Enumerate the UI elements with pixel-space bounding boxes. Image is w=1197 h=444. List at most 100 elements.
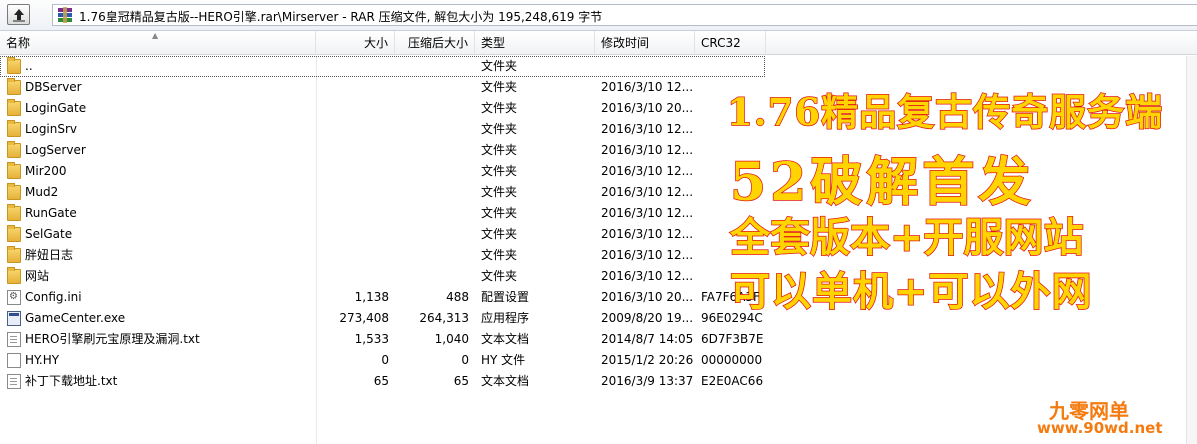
file-packed-size: 1,040 (434, 332, 469, 346)
file-packed-size (395, 161, 469, 182)
folder-icon (7, 162, 21, 179)
file-packed-size (395, 56, 469, 77)
file-row[interactable]: LoginSrv 文件夹 2016/3/10 12... (0, 119, 765, 140)
file-packed-size (395, 182, 469, 203)
folder-icon (7, 120, 21, 137)
promo-line-1: 1.76精品复古传奇服务端 (726, 89, 1164, 135)
folder-icon (7, 78, 21, 95)
file-row[interactable]: GameCenter.exe 273,408 264,313 应用程序 2009/8/2… (0, 308, 765, 329)
file-row[interactable]: RunGate 文件夹 2016/3/10 12... (0, 203, 765, 224)
scrollbar-edge[interactable] (1186, 56, 1197, 444)
file-packed-size (395, 266, 469, 287)
file-packed-size: 65 (453, 374, 469, 388)
file-row[interactable]: 胖妞日志 文件夹 2016/3/10 12... (0, 245, 765, 266)
file-row[interactable]: .. 文件夹 (0, 56, 765, 77)
file-size: 65 (373, 374, 389, 388)
folder-icon (7, 204, 21, 221)
file-name-cell: GameCenter.exe (7, 308, 312, 329)
file-type: 文件夹 (481, 101, 518, 115)
file-row[interactable]: Mir200 文件夹 2016/3/10 12... (0, 161, 765, 182)
file-row[interactable]: HERO引擎刷元宝原理及漏洞.txt 1,533 1,040 文本文档 2014/8/7… (0, 329, 765, 350)
file-row[interactable]: Mud2 文件夹 2016/3/10 12... (0, 182, 765, 203)
file-packed-size (395, 140, 469, 161)
file-row[interactable]: LoginGate 文件夹 2016/3/10 20... (0, 98, 765, 119)
exe-file-icon (7, 311, 21, 326)
file-modified: 2016/3/10 12... (601, 80, 693, 94)
column-header-crc32[interactable]: CRC32 (695, 31, 766, 55)
column-header-packed-size[interactable]: 压缩后大小 (395, 31, 475, 55)
file-type: 文件夹 (481, 59, 518, 73)
folder-icon (7, 246, 21, 263)
file-modified: 2016/3/10 12... (601, 206, 693, 220)
column-header-size[interactable]: 大小 (316, 31, 395, 55)
file-row[interactable]: DBServer 文件夹 2016/3/10 12... (0, 77, 765, 98)
file-type: 文件夹 (481, 269, 518, 283)
file-type: 文件夹 (481, 227, 518, 241)
file-name-cell: Config.ini (7, 287, 312, 308)
up-one-level-button[interactable] (7, 4, 30, 25)
file-name: 胖妞日志 (25, 248, 74, 262)
file-name-cell: Mir200 (7, 161, 312, 182)
file-modified (601, 56, 693, 77)
file-name-cell: 网站 (7, 266, 312, 287)
file-name-cell: .. (7, 56, 312, 77)
column-header-modified[interactable]: 修改时间 (595, 31, 695, 55)
file-name-cell: 补丁下载地址.txt (7, 371, 312, 392)
column-header-type[interactable]: 类型 (475, 31, 595, 55)
sort-ascending-icon: ▲ (152, 31, 159, 40)
file-packed-size (395, 77, 469, 98)
file-type: 文本文档 (481, 374, 530, 388)
up-arrow-icon (13, 9, 25, 22)
text-file-icon (7, 374, 21, 389)
file-name-cell: SelGate (7, 224, 312, 245)
column-header-name[interactable]: 名称 ▲ (0, 31, 316, 55)
file-packed-size (395, 203, 469, 224)
file-modified: 2016/3/10 12... (601, 164, 693, 178)
file-modified: 2009/8/20 19... (601, 311, 693, 325)
file-size (316, 161, 389, 182)
file-name: 网站 (25, 269, 50, 283)
file-row[interactable]: 网站 文件夹 2016/3/10 12... (0, 266, 765, 287)
file-packed-size: 488 (446, 290, 469, 304)
file-size (316, 245, 389, 266)
file-size (316, 77, 389, 98)
promo-line-4: 可以单机+可以外网 (729, 267, 1093, 316)
file-modified: 2016/3/10 12... (601, 248, 693, 262)
file-size: 273,408 (339, 311, 389, 325)
file-modified: 2016/3/10 20... (601, 101, 693, 115)
file-modified: 2016/3/10 12... (601, 269, 693, 283)
file-modified: 2016/3/10 12... (601, 122, 693, 136)
file-name: .. (25, 59, 33, 73)
file-crc32 (701, 56, 765, 77)
file-size (316, 266, 389, 287)
promo-line-2: 52破解首发 (729, 151, 1035, 214)
file-name: Mir200 (25, 164, 67, 178)
rar-archive-icon (58, 7, 72, 23)
file-type: 文件夹 (481, 122, 518, 136)
file-name: 补丁下载地址.txt (25, 374, 118, 388)
file-row[interactable]: HY.HY 0 0 HY 文件 2015/1/2 20:26 00000000 (0, 350, 765, 371)
file-type: 文件夹 (481, 185, 518, 199)
folder-icon (7, 141, 21, 158)
file-row[interactable]: Config.ini1,138488配置设置2016/3/10 20...FA7… (0, 287, 765, 308)
path-field[interactable]: 1.76皇冠精品复古版--HERO引擎.rar\Mirserver - RAR … (52, 4, 1197, 26)
config-file-icon (7, 290, 21, 305)
file-name: SelGate (25, 227, 73, 241)
file-modified: 2016/3/10 12... (601, 143, 693, 157)
file-type: 应用程序 (481, 311, 530, 325)
file-row[interactable]: SelGate 文件夹 2016/3/10 12... (0, 224, 765, 245)
file-modified: 2016/3/9 13:37 (601, 374, 693, 388)
file-name-cell: HY.HY (7, 350, 312, 371)
file-name-cell: LogServer (7, 140, 312, 161)
folder-icon (7, 57, 21, 74)
folder-icon (7, 225, 21, 242)
generic-file-icon (7, 353, 21, 368)
file-packed-size: 264,313 (419, 311, 469, 325)
file-size: 0 (381, 353, 389, 367)
file-row[interactable]: 补丁下载地址.txt 65 65 文本文档 2016/3/9 13:37 E2E0AC66 (0, 371, 765, 392)
file-packed-size (395, 119, 469, 140)
file-name-cell: HERO引擎刷元宝原理及漏洞.txt (7, 329, 312, 350)
file-row[interactable]: LogServer 文件夹 2016/3/10 12... (0, 140, 765, 161)
file-modified: 2014/8/7 14:05 (601, 332, 693, 346)
file-size (316, 56, 389, 77)
